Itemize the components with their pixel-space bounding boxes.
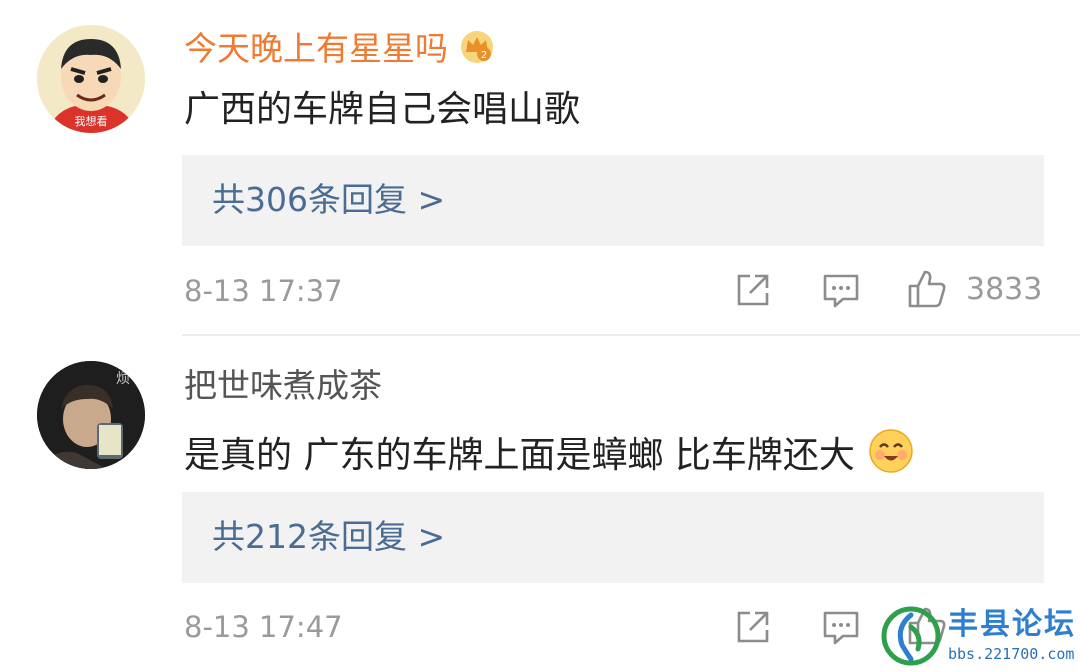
comment-time: 8-13 17:47: [184, 610, 343, 644]
username[interactable]: 把世味煮成茶: [184, 366, 382, 406]
avatar-label: 烦: [116, 371, 130, 387]
avatar[interactable]: 烦: [37, 361, 145, 469]
comment-time: 8-13 17:37: [184, 274, 343, 308]
happy-face-emoji-icon: [867, 427, 915, 475]
comment-text: 广西的车牌自己会唱山歌: [184, 89, 581, 130]
crown-vip-icon: 2: [458, 28, 496, 66]
watermark-url: bbs.221700.com: [948, 645, 1075, 663]
avatar-label: 我想看: [75, 114, 108, 128]
comment-icon[interactable]: [821, 607, 861, 647]
share-icon[interactable]: [733, 270, 773, 310]
view-replies-link[interactable]: 共306条回复 >: [212, 179, 445, 221]
username[interactable]: 今天晚上有星星吗 2: [184, 28, 496, 69]
forum-logo-icon: [880, 605, 942, 667]
comment-icon[interactable]: [821, 270, 861, 310]
forum-watermark: 丰县论坛 bbs.221700.com: [880, 605, 1076, 669]
share-icon[interactable]: [733, 607, 773, 647]
svg-text:2: 2: [481, 50, 487, 61]
username-text[interactable]: 今天晚上有星星吗: [184, 29, 448, 68]
comment-text-content: 是真的 广东的车牌上面是蟑螂 比车牌还大: [184, 435, 855, 476]
thumbs-up-icon[interactable]: [907, 268, 947, 308]
avatar[interactable]: 我想看: [37, 25, 145, 133]
comment-text: 是真的 广东的车牌上面是蟑螂 比车牌还大: [184, 427, 915, 478]
replies-panel[interactable]: 共212条回复 >: [182, 492, 1044, 583]
comment-item: 我想看 今天晚上有星星吗 2 广西的车牌自己会唱山歌 共306条回复 > 8-1…: [0, 0, 1080, 336]
replies-panel[interactable]: 共306条回复 >: [182, 155, 1044, 246]
view-replies-link[interactable]: 共212条回复 >: [212, 516, 445, 558]
like-count: 3833: [966, 272, 1043, 307]
watermark-title: 丰县论坛: [948, 607, 1076, 642]
